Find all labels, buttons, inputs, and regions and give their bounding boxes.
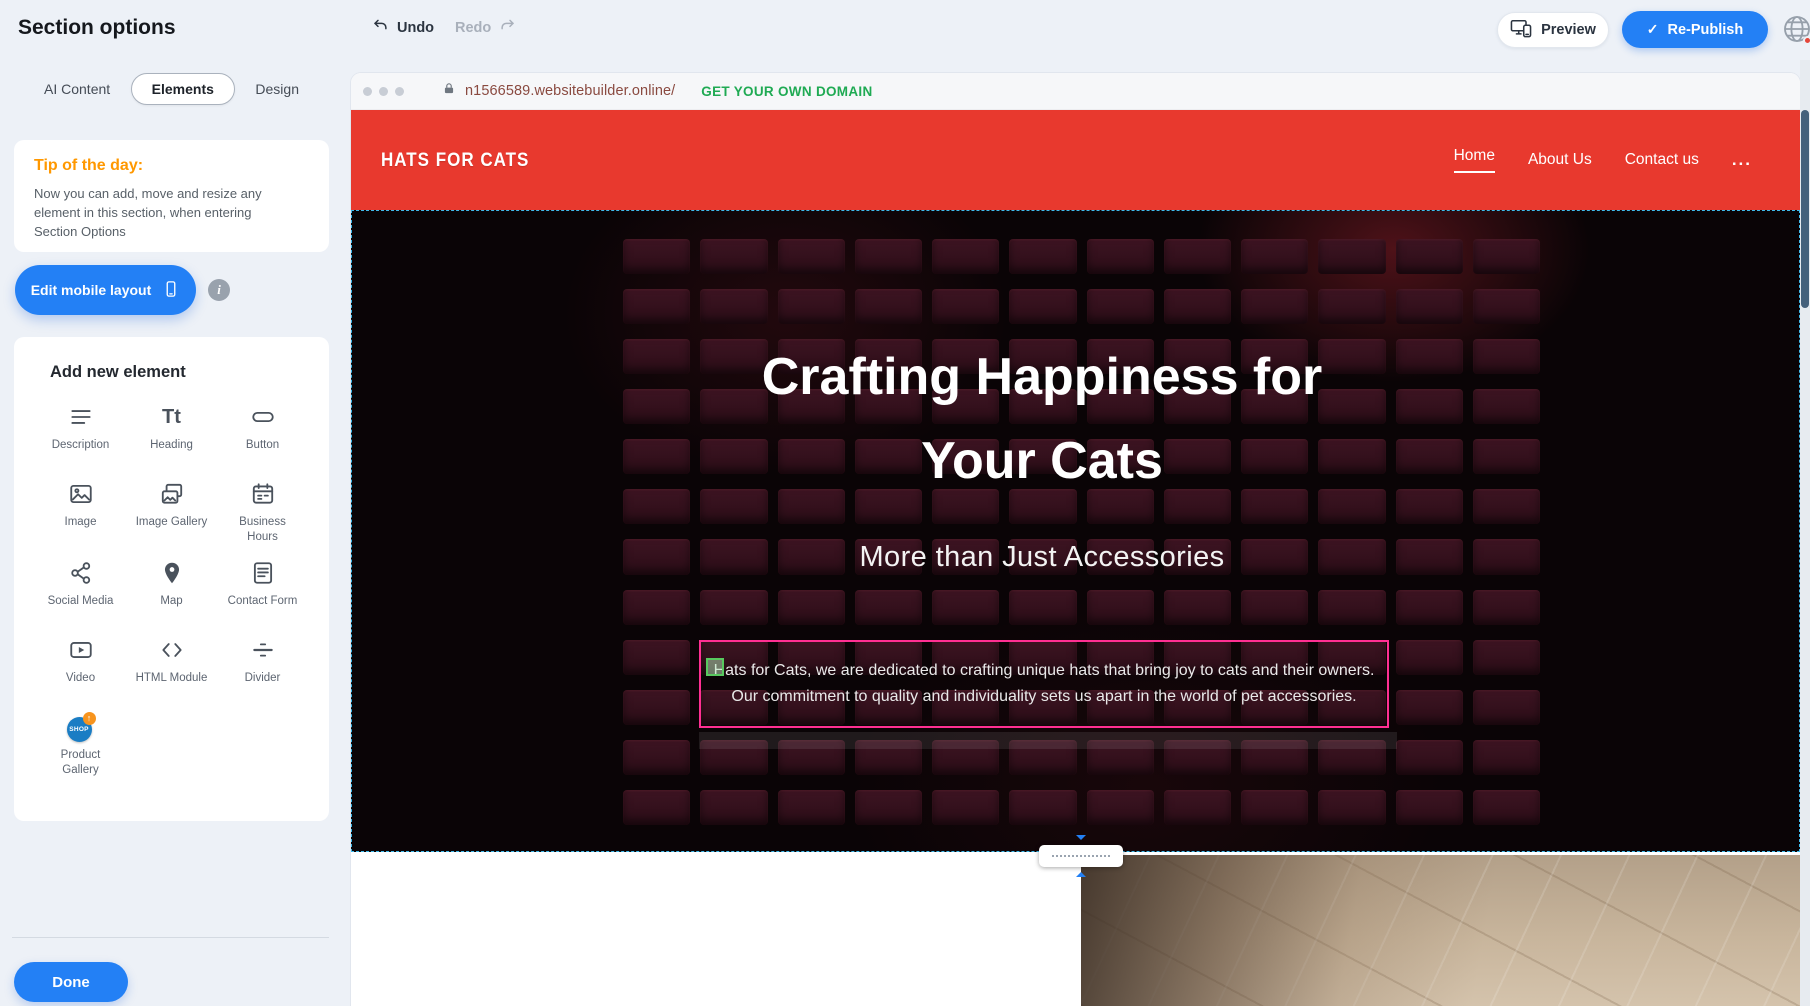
edit-mobile-label: Edit mobile layout bbox=[31, 282, 152, 298]
republish-button[interactable]: ✓ Re-Publish bbox=[1622, 11, 1768, 48]
hero-paragraph: Hats for Cats, we are dedicated to craft… bbox=[713, 658, 1375, 709]
element-item-map[interactable]: Map bbox=[127, 558, 216, 622]
sidebar-divider bbox=[12, 937, 329, 938]
selected-text-element[interactable]: Hats for Cats, we are dedicated to craft… bbox=[699, 640, 1389, 728]
hero-heading[interactable]: Crafting Happiness for Your Cats bbox=[352, 335, 1732, 503]
site-header: HATS FOR CATS Home About Us Contact us .… bbox=[351, 110, 1800, 210]
element-item-social-media[interactable]: Social Media bbox=[36, 558, 125, 622]
window-control-dots bbox=[363, 87, 404, 96]
element-grid: Description Tt Heading Button bbox=[36, 402, 307, 778]
site-url: n1566589.websitebuilder.online/ bbox=[465, 83, 675, 99]
hero-subheading[interactable]: More than Just Accessories bbox=[352, 541, 1732, 574]
element-item-contact-form[interactable]: Contact Form bbox=[218, 558, 307, 622]
element-item-business-hours[interactable]: Business Hours bbox=[218, 479, 307, 545]
edit-mobile-layout-button[interactable]: Edit mobile layout bbox=[15, 265, 196, 315]
site-preview-frame: n1566589.websitebuilder.online/ GET YOUR… bbox=[351, 73, 1800, 1006]
divider-icon bbox=[250, 635, 276, 665]
notification-dot bbox=[1803, 36, 1810, 45]
heading-icon: Tt bbox=[162, 402, 181, 432]
nav-item-about-us[interactable]: About Us bbox=[1528, 151, 1592, 169]
lock-icon bbox=[442, 81, 456, 101]
page-title: Section options bbox=[18, 16, 176, 40]
image-gallery-icon bbox=[159, 479, 185, 509]
tab-design[interactable]: Design bbox=[251, 74, 303, 104]
devices-icon bbox=[1510, 18, 1532, 42]
section-options-sidebar: AI Content Elements Design Tip of the da… bbox=[0, 60, 345, 1006]
undo-label: Undo bbox=[397, 20, 434, 36]
element-item-video[interactable]: Video bbox=[36, 635, 125, 699]
tip-body: Now you can add, move and resize any ele… bbox=[34, 185, 292, 242]
product-gallery-icon: SHOP ↑ bbox=[65, 712, 97, 742]
element-item-divider[interactable]: Divider bbox=[218, 635, 307, 699]
redo-icon bbox=[498, 17, 516, 39]
tab-elements[interactable]: Elements bbox=[131, 73, 235, 105]
undo-button[interactable]: Undo bbox=[372, 17, 434, 39]
sidebar-tabs: AI Content Elements Design bbox=[14, 72, 329, 106]
tab-ai-content[interactable]: AI Content bbox=[40, 74, 114, 104]
redo-label: Redo bbox=[455, 20, 491, 36]
map-icon bbox=[159, 558, 185, 588]
site-nav: Home About Us Contact us ... bbox=[1454, 110, 1752, 210]
element-item-image-gallery[interactable]: Image Gallery bbox=[127, 479, 216, 545]
browser-chrome-bar: n1566589.websitebuilder.online/ GET YOUR… bbox=[351, 73, 1800, 110]
element-item-html-module[interactable]: HTML Module bbox=[127, 635, 216, 699]
nav-item-contact-us[interactable]: Contact us bbox=[1625, 151, 1699, 169]
redo-button[interactable]: Redo bbox=[455, 17, 516, 39]
pavement-photo bbox=[1081, 855, 1800, 1006]
add-new-element-panel: Add new element Description Tt Heading bbox=[14, 337, 329, 821]
video-icon bbox=[68, 635, 94, 665]
business-hours-icon bbox=[250, 479, 276, 509]
element-item-description[interactable]: Description bbox=[36, 402, 125, 466]
nav-item-home[interactable]: Home bbox=[1454, 147, 1495, 173]
phone-icon bbox=[162, 278, 180, 303]
element-item-button[interactable]: Button bbox=[218, 402, 307, 466]
website-builder-app: Section options Undo Redo Preview ✓ Re-P… bbox=[0, 0, 1810, 1006]
social-media-icon bbox=[68, 558, 94, 588]
element-item-product-gallery[interactable]: SHOP ↑ Product Gallery bbox=[36, 712, 125, 778]
undo-icon bbox=[372, 17, 390, 39]
element-item-image[interactable]: Image bbox=[36, 479, 125, 545]
check-icon: ✓ bbox=[1647, 21, 1659, 38]
preview-label: Preview bbox=[1541, 22, 1596, 38]
resize-dotted-line bbox=[1052, 855, 1110, 857]
element-item-heading[interactable]: Tt Heading bbox=[127, 402, 216, 466]
button-icon bbox=[250, 402, 276, 432]
upgrade-badge-icon: ↑ bbox=[83, 712, 96, 725]
done-button[interactable]: Done bbox=[14, 962, 128, 1002]
site-logo[interactable]: HATS FOR CATS bbox=[381, 149, 529, 172]
section-resize-handle[interactable] bbox=[1039, 845, 1123, 867]
contact-form-icon bbox=[250, 558, 276, 588]
preview-button[interactable]: Preview bbox=[1497, 12, 1609, 48]
drag-ghost-bar bbox=[699, 732, 1397, 749]
description-icon bbox=[68, 402, 94, 432]
element-drag-handle[interactable] bbox=[706, 658, 724, 676]
tip-title: Tip of the day: bbox=[34, 157, 309, 175]
image-icon bbox=[68, 479, 94, 509]
get-your-own-domain-link[interactable]: GET YOUR OWN DOMAIN bbox=[701, 84, 872, 99]
add-element-title: Add new element bbox=[50, 363, 307, 382]
hero-section-selected[interactable]: Crafting Happiness for Your Cats More th… bbox=[351, 210, 1800, 852]
republish-label: Re-Publish bbox=[1668, 22, 1744, 38]
html-module-icon bbox=[159, 635, 185, 665]
tip-of-the-day-card: Tip of the day: Now you can add, move an… bbox=[14, 140, 329, 252]
nav-more-icon[interactable]: ... bbox=[1732, 150, 1752, 170]
scrollbar-track bbox=[1800, 60, 1810, 1006]
scrollbar-thumb[interactable] bbox=[1801, 110, 1809, 308]
language-globe-button[interactable] bbox=[1781, 13, 1810, 47]
info-icon[interactable]: i bbox=[208, 279, 230, 301]
